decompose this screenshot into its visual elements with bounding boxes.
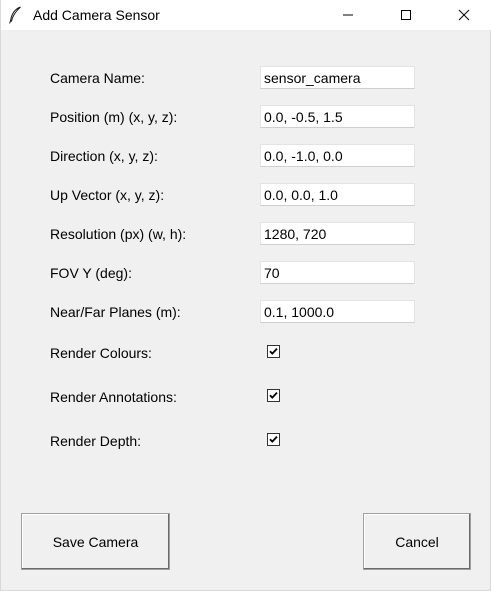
window-title: Add Camera Sensor xyxy=(33,7,160,23)
checkmark-icon xyxy=(269,435,278,443)
camera-name-label: Camera Name: xyxy=(50,70,145,86)
maximize-button[interactable] xyxy=(377,0,435,30)
render-depth-checkbox[interactable] xyxy=(267,433,280,446)
camera-name-input[interactable] xyxy=(260,66,415,89)
direction-label: Direction (x, y, z): xyxy=(50,148,158,164)
fov-y-input[interactable] xyxy=(260,261,415,284)
position-input[interactable] xyxy=(260,105,415,128)
resolution-label: Resolution (px) (w, h): xyxy=(50,226,187,242)
render-annotations-label: Render Annotations: xyxy=(50,389,177,405)
direction-input[interactable] xyxy=(260,144,415,167)
position-label: Position (m) (x, y, z): xyxy=(50,109,178,125)
near-far-planes-input[interactable] xyxy=(260,300,415,323)
fov-y-label: FOV Y (deg): xyxy=(50,265,132,281)
add-camera-sensor-dialog: Add Camera Sensor Camera Name: Position … xyxy=(0,0,491,591)
cancel-button[interactable]: Cancel xyxy=(363,513,471,570)
resolution-input[interactable] xyxy=(260,222,415,245)
minimize-button[interactable] xyxy=(319,0,377,30)
render-depth-label: Render Depth: xyxy=(50,433,142,449)
checkmark-icon xyxy=(269,347,278,355)
close-icon xyxy=(458,9,470,21)
maximize-icon xyxy=(401,10,411,20)
close-button[interactable] xyxy=(435,0,491,30)
render-colours-label: Render Colours: xyxy=(50,345,152,361)
render-colours-checkbox[interactable] xyxy=(267,345,280,358)
checkmark-icon xyxy=(269,391,278,399)
save-camera-button[interactable]: Save Camera xyxy=(21,513,170,570)
minimize-icon xyxy=(343,14,353,16)
near-far-planes-label: Near/Far Planes (m): xyxy=(50,304,181,320)
up-vector-input[interactable] xyxy=(260,183,415,206)
feather-icon xyxy=(9,6,21,24)
render-annotations-checkbox[interactable] xyxy=(267,389,280,402)
title-bar[interactable]: Add Camera Sensor xyxy=(1,0,491,30)
up-vector-label: Up Vector (x, y, z): xyxy=(50,187,165,203)
